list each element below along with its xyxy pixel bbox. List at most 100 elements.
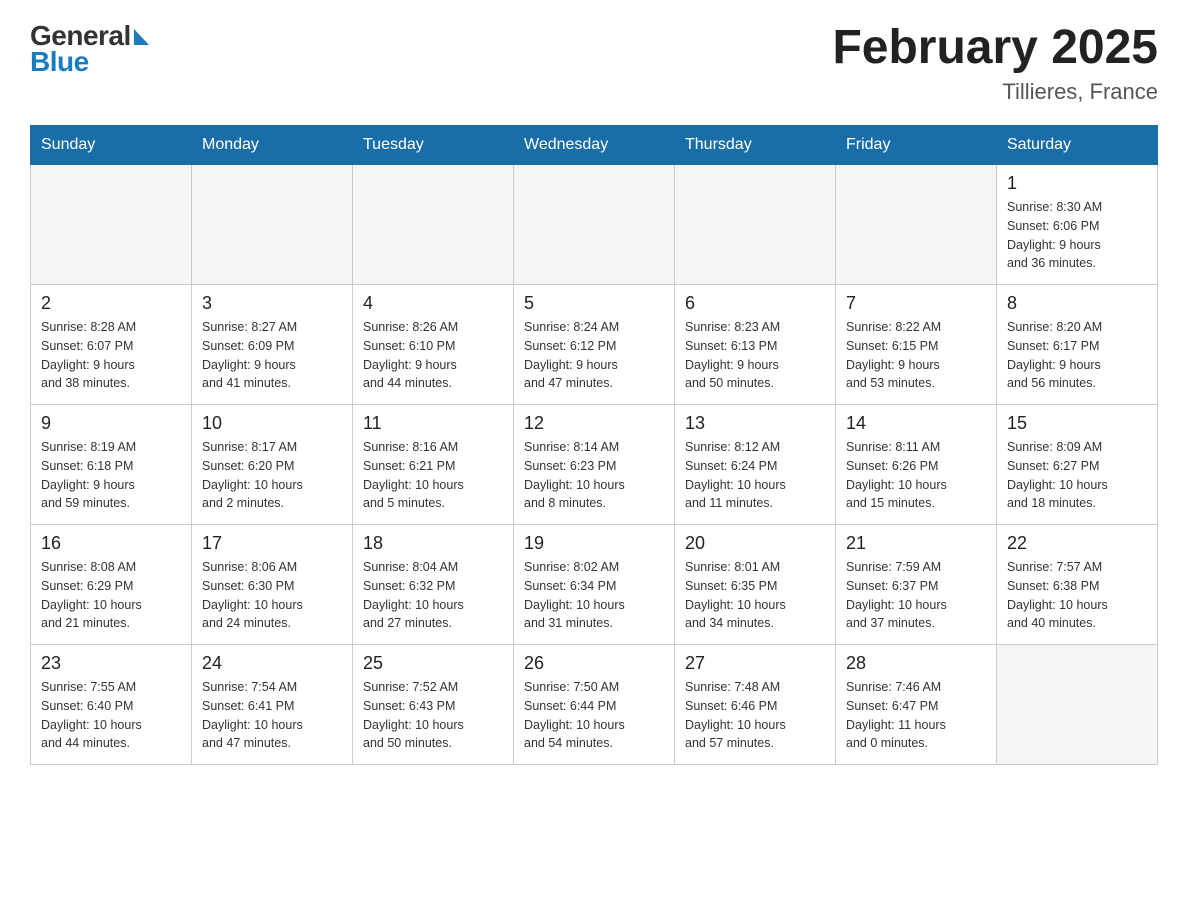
day-number: 12: [524, 413, 664, 434]
calendar-cell: 1Sunrise: 8:30 AM Sunset: 6:06 PM Daylig…: [997, 165, 1158, 285]
weekday-header-friday: Friday: [836, 126, 997, 165]
day-info: Sunrise: 8:09 AM Sunset: 6:27 PM Dayligh…: [1007, 438, 1147, 513]
day-number: 8: [1007, 293, 1147, 314]
day-info: Sunrise: 7:55 AM Sunset: 6:40 PM Dayligh…: [41, 678, 181, 753]
calendar-cell: [514, 165, 675, 285]
logo: General Blue: [30, 20, 149, 78]
title-section: February 2025 Tillieres, France: [832, 20, 1158, 105]
day-info: Sunrise: 8:06 AM Sunset: 6:30 PM Dayligh…: [202, 558, 342, 633]
weekday-header-sunday: Sunday: [31, 126, 192, 165]
day-info: Sunrise: 8:04 AM Sunset: 6:32 PM Dayligh…: [363, 558, 503, 633]
day-number: 21: [846, 533, 986, 554]
calendar-cell: 24 Sunrise: 7:54 AM Sunset: 6:41 PM Dayli…: [192, 645, 353, 765]
calendar-cell: 12Sunrise: 8:14 AM Sunset: 6:23 PM Dayli…: [514, 405, 675, 525]
calendar-cell: [192, 165, 353, 285]
calendar-cell: [353, 165, 514, 285]
calendar-cell: 16 Sunrise: 8:08 AM Sunset: 6:29 PM Dayli…: [31, 525, 192, 645]
week-row-4: 16 Sunrise: 8:08 AM Sunset: 6:29 PM Dayli…: [31, 525, 1158, 645]
weekday-header-tuesday: Tuesday: [353, 126, 514, 165]
day-number: 26: [524, 653, 664, 674]
calendar-cell: 27 Sunrise: 7:48 AM Sunset: 6:46 PM Dayli…: [675, 645, 836, 765]
day-info: Sunrise: 7:59 AM Sunset: 6:37 PM Dayligh…: [846, 558, 986, 633]
calendar-cell: 8 Sunrise: 8:20 AM Sunset: 6:17 PM Daylig…: [997, 285, 1158, 405]
day-info: Sunrise: 8:26 AM Sunset: 6:10 PM Dayligh…: [363, 318, 503, 393]
day-info: Sunrise: 8:12 AM Sunset: 6:24 PM Dayligh…: [685, 438, 825, 513]
day-info: Sunrise: 7:57 AM Sunset: 6:38 PM Dayligh…: [1007, 558, 1147, 633]
calendar-cell: [997, 645, 1158, 765]
day-info: Sunrise: 7:48 AM Sunset: 6:46 PM Dayligh…: [685, 678, 825, 753]
calendar-cell: [675, 165, 836, 285]
day-number: 19: [524, 533, 664, 554]
calendar-cell: [31, 165, 192, 285]
calendar-table: SundayMondayTuesdayWednesdayThursdayFrid…: [30, 125, 1158, 765]
calendar-cell: 21 Sunrise: 7:59 AM Sunset: 6:37 PM Dayli…: [836, 525, 997, 645]
weekday-header-thursday: Thursday: [675, 126, 836, 165]
day-number: 16: [41, 533, 181, 554]
page-header: General Blue February 2025 Tillieres, Fr…: [30, 20, 1158, 105]
day-info: Sunrise: 8:02 AM Sunset: 6:34 PM Dayligh…: [524, 558, 664, 633]
calendar-cell: 17 Sunrise: 8:06 AM Sunset: 6:30 PM Dayli…: [192, 525, 353, 645]
day-number: 22: [1007, 533, 1147, 554]
calendar-cell: 9 Sunrise: 8:19 AM Sunset: 6:18 PM Daylig…: [31, 405, 192, 525]
day-info: Sunrise: 8:19 AM Sunset: 6:18 PM Dayligh…: [41, 438, 181, 513]
calendar-cell: 13 Sunrise: 8:12 AM Sunset: 6:24 PM Dayli…: [675, 405, 836, 525]
day-number: 7: [846, 293, 986, 314]
calendar-cell: 28 Sunrise: 7:46 AM Sunset: 6:47 PM Dayli…: [836, 645, 997, 765]
day-info: Sunrise: 7:50 AM Sunset: 6:44 PM Dayligh…: [524, 678, 664, 753]
day-number: 15: [1007, 413, 1147, 434]
day-number: 18: [363, 533, 503, 554]
calendar-cell: 22 Sunrise: 7:57 AM Sunset: 6:38 PM Dayli…: [997, 525, 1158, 645]
calendar-cell: 14Sunrise: 8:11 AM Sunset: 6:26 PM Dayli…: [836, 405, 997, 525]
day-info: Sunrise: 8:01 AM Sunset: 6:35 PM Dayligh…: [685, 558, 825, 633]
day-info: Sunrise: 8:20 AM Sunset: 6:17 PM Dayligh…: [1007, 318, 1147, 393]
weekday-header-saturday: Saturday: [997, 126, 1158, 165]
day-number: 6: [685, 293, 825, 314]
calendar-cell: 7 Sunrise: 8:22 AM Sunset: 6:15 PM Daylig…: [836, 285, 997, 405]
day-info: Sunrise: 8:22 AM Sunset: 6:15 PM Dayligh…: [846, 318, 986, 393]
day-number: 9: [41, 413, 181, 434]
calendar-cell: 5 Sunrise: 8:24 AM Sunset: 6:12 PM Daylig…: [514, 285, 675, 405]
calendar-subtitle: Tillieres, France: [832, 79, 1158, 105]
day-number: 27: [685, 653, 825, 674]
calendar-cell: 19 Sunrise: 8:02 AM Sunset: 6:34 PM Dayli…: [514, 525, 675, 645]
day-number: 11: [363, 413, 503, 434]
calendar-cell: 4 Sunrise: 8:26 AM Sunset: 6:10 PM Daylig…: [353, 285, 514, 405]
day-number: 4: [363, 293, 503, 314]
day-info: Sunrise: 8:16 AM Sunset: 6:21 PM Dayligh…: [363, 438, 503, 513]
calendar-cell: 20 Sunrise: 8:01 AM Sunset: 6:35 PM Dayli…: [675, 525, 836, 645]
weekday-header-row: SundayMondayTuesdayWednesdayThursdayFrid…: [31, 126, 1158, 165]
day-number: 25: [363, 653, 503, 674]
logo-triangle-icon: [134, 29, 149, 45]
day-number: 24: [202, 653, 342, 674]
day-number: 5: [524, 293, 664, 314]
day-number: 17: [202, 533, 342, 554]
day-info: Sunrise: 8:08 AM Sunset: 6:29 PM Dayligh…: [41, 558, 181, 633]
week-row-2: 2 Sunrise: 8:28 AM Sunset: 6:07 PM Daylig…: [31, 285, 1158, 405]
day-info: Sunrise: 8:28 AM Sunset: 6:07 PM Dayligh…: [41, 318, 181, 393]
day-number: 2: [41, 293, 181, 314]
logo-blue-text: Blue: [30, 46, 89, 78]
day-number: 10: [202, 413, 342, 434]
calendar-cell: 23Sunrise: 7:55 AM Sunset: 6:40 PM Dayli…: [31, 645, 192, 765]
day-info: Sunrise: 7:46 AM Sunset: 6:47 PM Dayligh…: [846, 678, 986, 753]
day-number: 3: [202, 293, 342, 314]
calendar-cell: 2 Sunrise: 8:28 AM Sunset: 6:07 PM Daylig…: [31, 285, 192, 405]
week-row-3: 9 Sunrise: 8:19 AM Sunset: 6:18 PM Daylig…: [31, 405, 1158, 525]
day-number: 20: [685, 533, 825, 554]
week-row-5: 23Sunrise: 7:55 AM Sunset: 6:40 PM Dayli…: [31, 645, 1158, 765]
day-info: Sunrise: 8:24 AM Sunset: 6:12 PM Dayligh…: [524, 318, 664, 393]
day-info: Sunrise: 8:30 AM Sunset: 6:06 PM Dayligh…: [1007, 198, 1147, 273]
weekday-header-wednesday: Wednesday: [514, 126, 675, 165]
day-info: Sunrise: 7:52 AM Sunset: 6:43 PM Dayligh…: [363, 678, 503, 753]
calendar-cell: 6 Sunrise: 8:23 AM Sunset: 6:13 PM Daylig…: [675, 285, 836, 405]
day-info: Sunrise: 8:27 AM Sunset: 6:09 PM Dayligh…: [202, 318, 342, 393]
day-number: 13: [685, 413, 825, 434]
day-info: Sunrise: 8:11 AM Sunset: 6:26 PM Dayligh…: [846, 438, 986, 513]
day-info: Sunrise: 7:54 AM Sunset: 6:41 PM Dayligh…: [202, 678, 342, 753]
week-row-1: 1Sunrise: 8:30 AM Sunset: 6:06 PM Daylig…: [31, 165, 1158, 285]
day-info: Sunrise: 8:23 AM Sunset: 6:13 PM Dayligh…: [685, 318, 825, 393]
calendar-cell: 3 Sunrise: 8:27 AM Sunset: 6:09 PM Daylig…: [192, 285, 353, 405]
calendar-title: February 2025: [832, 20, 1158, 75]
day-number: 28: [846, 653, 986, 674]
calendar-cell: 26 Sunrise: 7:50 AM Sunset: 6:44 PM Dayli…: [514, 645, 675, 765]
